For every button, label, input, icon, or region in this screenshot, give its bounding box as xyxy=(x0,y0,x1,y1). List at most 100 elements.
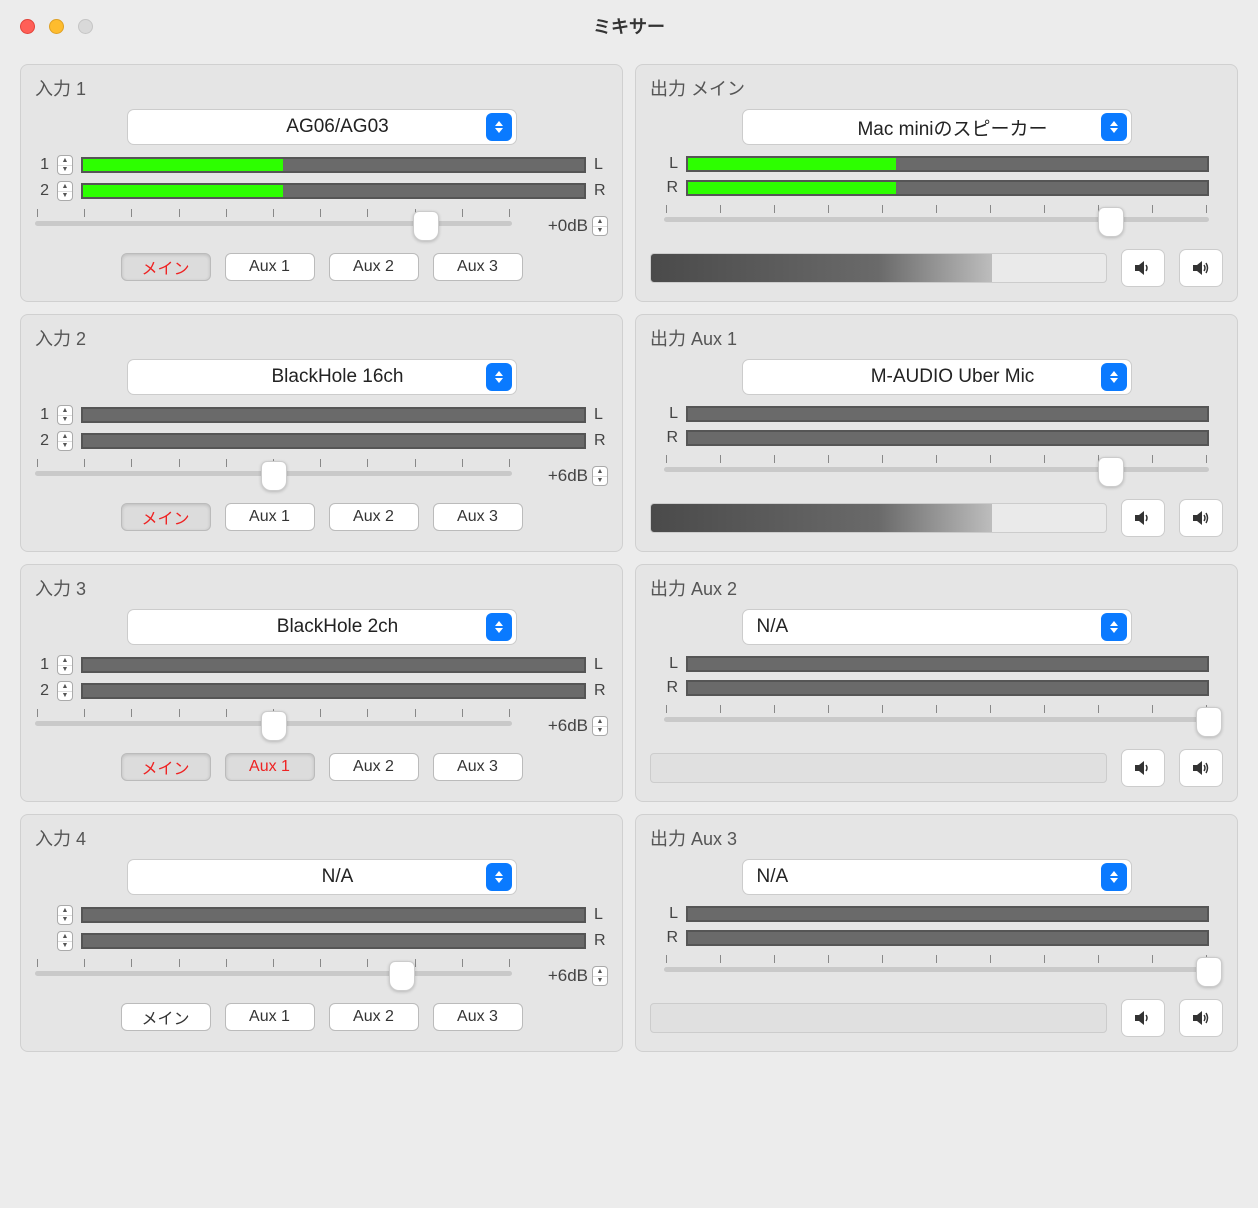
input-2-route-0[interactable]: メイン xyxy=(121,503,211,531)
input-3-route-2[interactable]: Aux 2 xyxy=(329,753,419,781)
input-3-volume-slider[interactable] xyxy=(35,709,512,743)
output-1-panel: 出力 メイン Mac miniのスピーカー L R xyxy=(635,64,1238,302)
output-3-device-select[interactable]: N/A xyxy=(742,609,1132,645)
input-2-ch1-stepper[interactable]: ▲▼ xyxy=(57,405,73,425)
output-4-panel: 出力 Aux 3 N/A L R xyxy=(635,814,1238,1052)
output-2-speaker-high-button[interactable] xyxy=(1179,499,1223,537)
input-1-ch2-stepper[interactable]: ▲▼ xyxy=(57,181,73,201)
input-2-route-3[interactable]: Aux 3 xyxy=(433,503,523,531)
output-4-channel-1-row: L xyxy=(664,905,1209,923)
input-1-route-0[interactable]: メイン xyxy=(121,253,211,281)
input-2-ch2-stepper[interactable]: ▲▼ xyxy=(57,431,73,451)
input-2-ch1-meter xyxy=(81,407,586,423)
input-3-channel-2-row: 2 ▲▼ R xyxy=(35,681,608,701)
output-2-title: 出力 Aux 1 xyxy=(650,325,1223,351)
output-1-level-bar xyxy=(650,253,1107,283)
device-label: BlackHole 2ch xyxy=(277,616,398,638)
channel-number: 1 xyxy=(35,156,49,174)
output-3-speaker-low-button[interactable] xyxy=(1121,749,1165,787)
channel-label: L xyxy=(664,405,678,423)
input-1-route-1[interactable]: Aux 1 xyxy=(225,253,315,281)
output-4-speaker-high-button[interactable] xyxy=(1179,999,1223,1037)
output-3-ch1-meter xyxy=(686,656,1209,672)
input-4-route-0[interactable]: メイン xyxy=(121,1003,211,1031)
input-2-channel-1-row: 1 ▲▼ L xyxy=(35,405,608,425)
dropdown-icon xyxy=(1101,863,1127,891)
channel-label: R xyxy=(664,929,678,947)
input-2-device-select[interactable]: BlackHole 16ch xyxy=(127,359,517,395)
input-3-route-1[interactable]: Aux 1 xyxy=(225,753,315,781)
output-2-device-select[interactable]: M-AUDIO Uber Mic xyxy=(742,359,1132,395)
channel-number: 1 xyxy=(35,656,49,674)
input-4-route-2[interactable]: Aux 2 xyxy=(329,1003,419,1031)
channel-number: 2 xyxy=(35,432,49,450)
output-1-speaker-high-button[interactable] xyxy=(1179,249,1223,287)
input-1-route-3[interactable]: Aux 3 xyxy=(433,253,523,281)
input-4-ch2-meter xyxy=(81,933,586,949)
output-1-title: 出力 メイン xyxy=(650,75,1223,101)
channel-label: R xyxy=(664,179,678,197)
input-4-ch1-stepper[interactable]: ▲▼ xyxy=(57,905,73,925)
output-1-device-select[interactable]: Mac miniのスピーカー xyxy=(742,109,1132,145)
input-1-device-select[interactable]: AG06/AG03 xyxy=(127,109,517,145)
input-2-channel-2-row: 2 ▲▼ R xyxy=(35,431,608,451)
dropdown-icon xyxy=(486,613,512,641)
device-label: N/A xyxy=(757,866,789,888)
output-3-level-bar xyxy=(650,753,1107,783)
input-4-channel-2-row: ▲▼ R xyxy=(35,931,608,951)
input-3-title: 入力 3 xyxy=(35,575,608,601)
input-4-route-1[interactable]: Aux 1 xyxy=(225,1003,315,1031)
close-window-button[interactable] xyxy=(20,19,35,34)
output-2-speaker-low-button[interactable] xyxy=(1121,499,1165,537)
output-1-volume-slider[interactable] xyxy=(664,205,1209,239)
input-2-db-stepper[interactable]: ▲▼ xyxy=(592,466,608,486)
input-4-db-stepper[interactable]: ▲▼ xyxy=(592,966,608,986)
input-4-channel-1-row: ▲▼ L xyxy=(35,905,608,925)
input-1-route-2[interactable]: Aux 2 xyxy=(329,253,419,281)
input-3-db-stepper[interactable]: ▲▼ xyxy=(592,716,608,736)
output-1-speaker-low-button[interactable] xyxy=(1121,249,1165,287)
output-2-channel-1-row: L xyxy=(664,405,1209,423)
input-4-title: 入力 4 xyxy=(35,825,608,851)
output-4-volume-slider[interactable] xyxy=(664,955,1209,989)
input-3-route-3[interactable]: Aux 3 xyxy=(433,753,523,781)
input-2-route-1[interactable]: Aux 1 xyxy=(225,503,315,531)
dropdown-icon xyxy=(1101,613,1127,641)
input-3-device-select[interactable]: BlackHole 2ch xyxy=(127,609,517,645)
input-1-db-stepper[interactable]: ▲▼ xyxy=(592,216,608,236)
output-3-speaker-high-button[interactable] xyxy=(1179,749,1223,787)
input-3-db-label: +6dB xyxy=(548,716,588,736)
input-2-title: 入力 2 xyxy=(35,325,608,351)
input-1-ch1-stepper[interactable]: ▲▼ xyxy=(57,155,73,175)
output-4-device-select[interactable]: N/A xyxy=(742,859,1132,895)
input-4-route-3[interactable]: Aux 3 xyxy=(433,1003,523,1031)
input-3-ch1-stepper[interactable]: ▲▼ xyxy=(57,655,73,675)
input-3-panel: 入力 3 BlackHole 2ch 1 ▲▼ L 2 ▲▼ R +6dB▲▼ … xyxy=(20,564,623,802)
input-1-db-label: +0dB xyxy=(548,216,588,236)
input-4-volume-slider[interactable] xyxy=(35,959,512,993)
input-3-route-0[interactable]: メイン xyxy=(121,753,211,781)
input-1-volume-slider[interactable] xyxy=(35,209,512,243)
channel-label: L xyxy=(594,656,608,674)
dropdown-icon xyxy=(1101,113,1127,141)
channel-label: R xyxy=(594,432,608,450)
input-4-device-select[interactable]: N/A xyxy=(127,859,517,895)
input-1-channel-1-row: 1 ▲▼ L xyxy=(35,155,608,175)
channel-label: R xyxy=(594,932,608,950)
input-4-ch2-stepper[interactable]: ▲▼ xyxy=(57,931,73,951)
input-2-volume-slider[interactable] xyxy=(35,459,512,493)
input-3-ch1-meter xyxy=(81,657,586,673)
input-3-ch2-stepper[interactable]: ▲▼ xyxy=(57,681,73,701)
output-2-channel-2-row: R xyxy=(664,429,1209,447)
output-4-speaker-low-button[interactable] xyxy=(1121,999,1165,1037)
input-2-route-2[interactable]: Aux 2 xyxy=(329,503,419,531)
output-3-channel-2-row: R xyxy=(664,679,1209,697)
channel-label: L xyxy=(594,156,608,174)
output-2-volume-slider[interactable] xyxy=(664,455,1209,489)
zoom-window-button[interactable] xyxy=(78,19,93,34)
traffic-lights xyxy=(20,19,93,34)
minimize-window-button[interactable] xyxy=(49,19,64,34)
output-4-title: 出力 Aux 3 xyxy=(650,825,1223,851)
output-3-volume-slider[interactable] xyxy=(664,705,1209,739)
dropdown-icon xyxy=(486,113,512,141)
